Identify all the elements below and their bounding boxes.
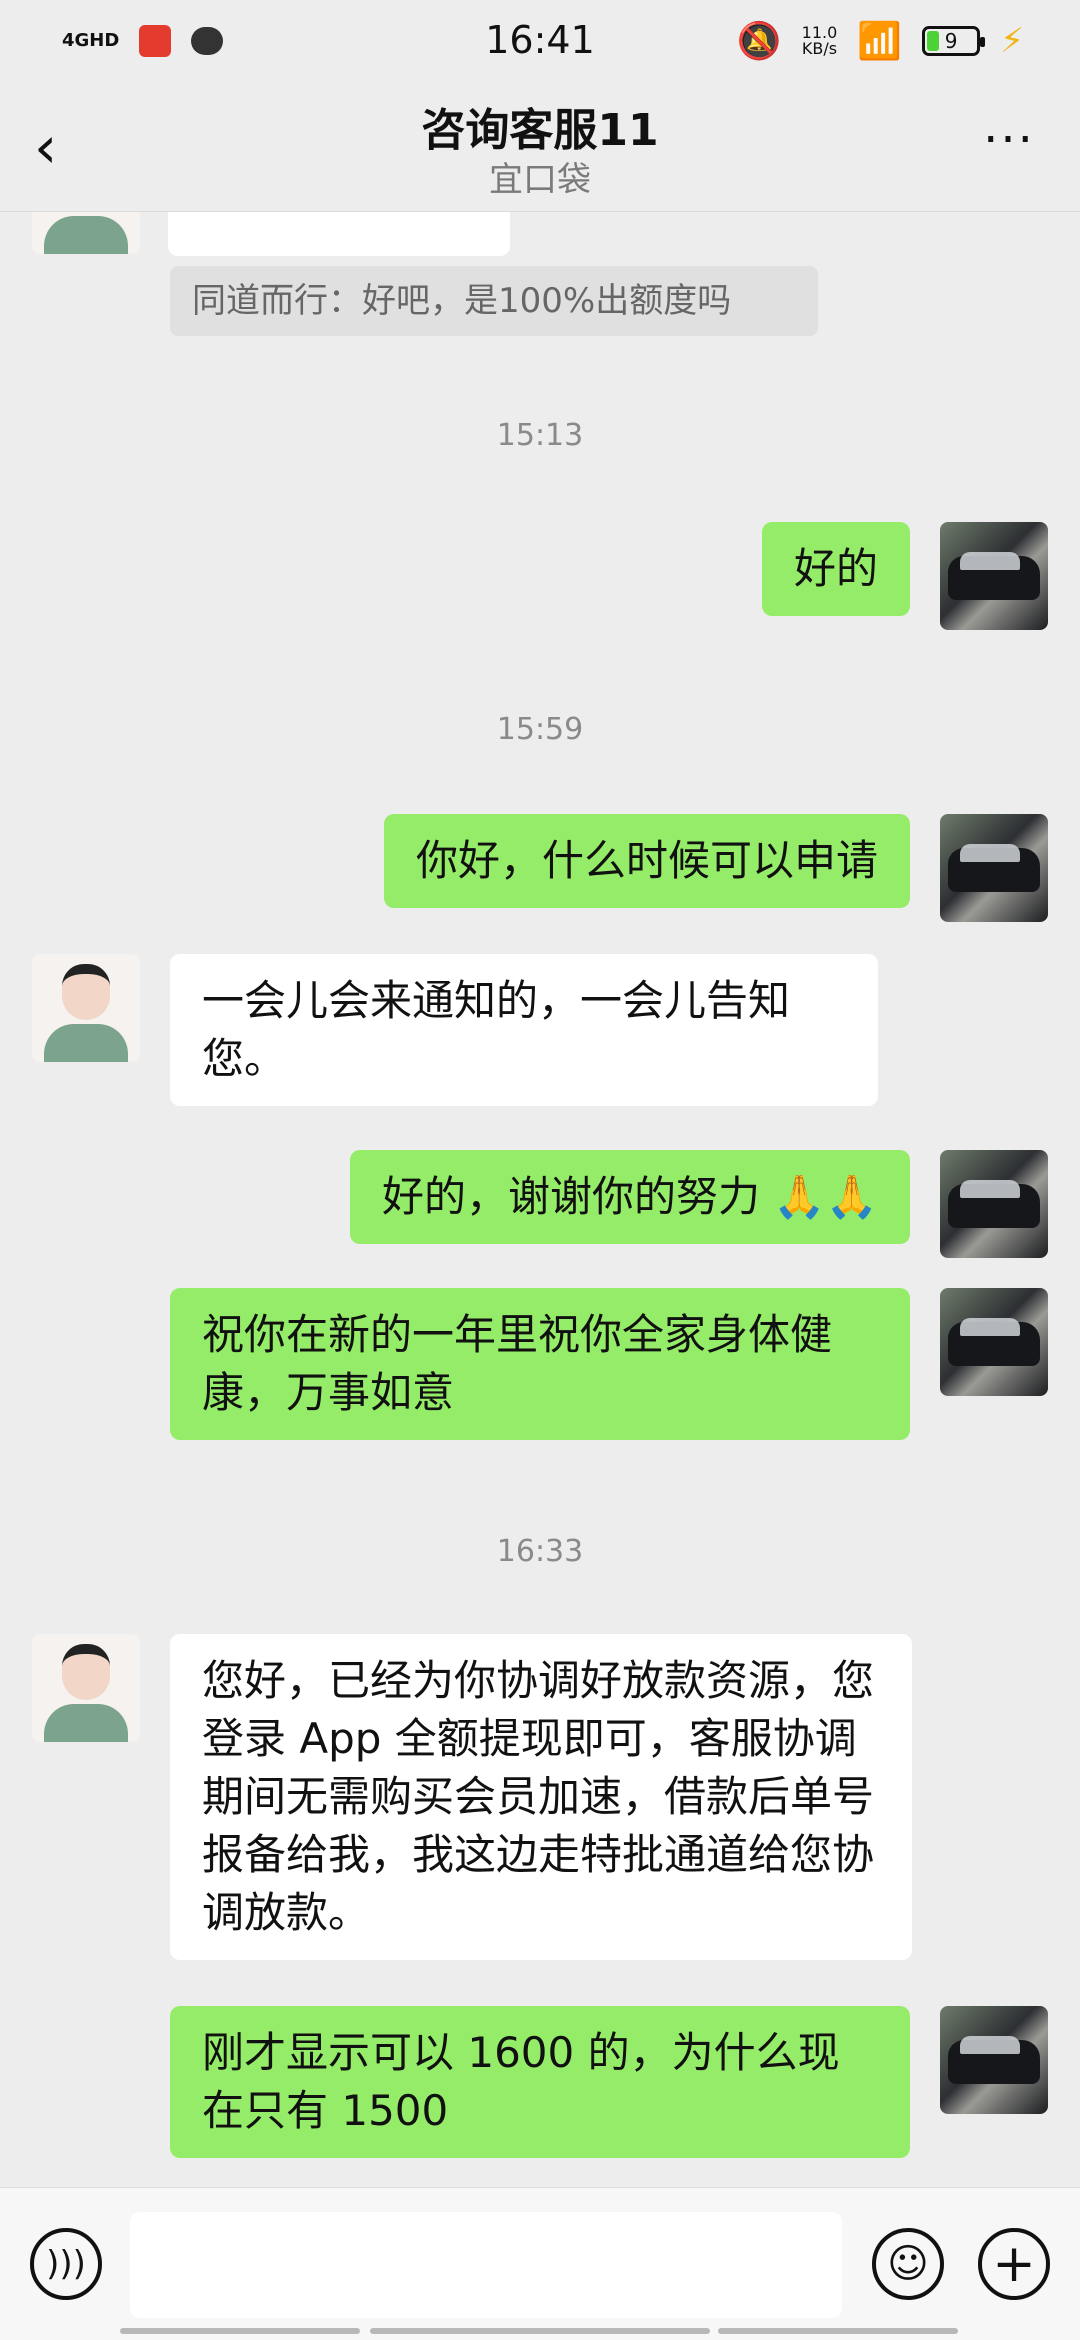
user-avatar[interactable] (940, 1288, 1048, 1396)
message-bubble-clipped[interactable] (168, 212, 510, 256)
user-avatar[interactable] (940, 1150, 1048, 1258)
input-bar: ))) ☺ + (0, 2187, 1080, 2340)
timestamp: 16:33 (496, 1534, 584, 1569)
more-options-button[interactable]: ··· (974, 116, 1044, 170)
message-bubble-sent[interactable]: 好的，谢谢你的努力 🙏🙏 (350, 1150, 910, 1244)
emoji-button[interactable]: ☺ (872, 2228, 944, 2300)
message-bubble-received[interactable]: 一会儿会来通知的，一会儿告知您。 (170, 954, 878, 1106)
voice-input-button[interactable]: ))) (30, 2228, 102, 2300)
more-functions-button[interactable]: + (978, 2228, 1050, 2300)
home-indicator (370, 2328, 710, 2334)
user-avatar[interactable] (940, 2006, 1048, 2114)
agent-avatar[interactable] (32, 1634, 140, 1742)
user-avatar[interactable] (940, 522, 1048, 630)
battery-level: 9 (944, 29, 958, 53)
plus-icon: + (992, 2234, 1036, 2294)
chat-subtitle: 宜口袋 (489, 160, 591, 200)
clock: 16:41 (485, 18, 595, 62)
message-input[interactable] (130, 2212, 842, 2318)
chat-header: ‹ 咨询客服11 宜口袋 ··· (0, 82, 1080, 212)
agent-avatar[interactable] (32, 954, 140, 1062)
agent-avatar[interactable] (32, 212, 140, 254)
chat-title: 咨询客服11 (421, 105, 659, 156)
timestamp: 15:13 (496, 418, 584, 453)
message-bubble-sent[interactable]: 刚才显示可以 1600 的，为什么现在只有 1500 (170, 2006, 910, 2158)
home-indicator (120, 2328, 360, 2334)
quoted-message[interactable]: 同道而行：好吧，是100%出额度吗 (170, 266, 818, 336)
message-bubble-sent[interactable]: 祝你在新的一年里祝你全家身体健康，万事如意 (170, 1288, 910, 1440)
home-indicator (718, 2328, 958, 2334)
message-bubble-received[interactable]: 您好，已经为你协调好放款资源，您登录 App 全额提现即可，客服协调期间无需购买… (170, 1634, 912, 1960)
ellipsis-icon: ··· (983, 112, 1035, 168)
smiley-icon: ☺ (887, 2241, 929, 2287)
voice-wave-icon: ))) (46, 2244, 86, 2284)
message-bubble-sent[interactable]: 你好，什么时候可以申请 (383, 814, 910, 908)
battery-indicator: 9 (922, 26, 986, 56)
timestamp: 15:59 (496, 712, 584, 747)
status-bar: 4GHD 16:41 🔕 11.0 KB/s 📶 9 ⚡ (0, 0, 1080, 82)
user-avatar[interactable] (940, 814, 1048, 922)
message-list[interactable]: 同道而行：好吧，是100%出额度吗 15:13 好的 15:59 你好，什么时候… (0, 212, 1080, 2187)
message-bubble-sent[interactable]: 好的 (761, 522, 910, 616)
